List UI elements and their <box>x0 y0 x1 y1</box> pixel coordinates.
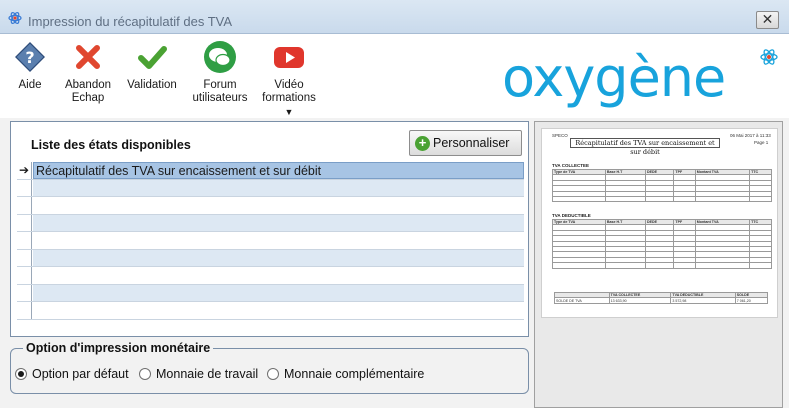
video-label-2: formations <box>262 92 316 104</box>
report-preview[interactable]: SPECO 06 Mai 2017 à 11:33 Page 1 Récapit… <box>534 121 783 408</box>
list-item[interactable] <box>17 214 524 232</box>
validate-label: Validation <box>127 79 177 91</box>
preview-summary-table: TVA COLLECTEE TVA DEDUCTIBLE SOLDE SOLDE D… <box>554 291 769 304</box>
forum-button[interactable]: Forum utilisateurs <box>190 40 250 105</box>
preview-table-collected: Type de TVA Base H.T DEDE TPF Montant TVA TTC <box>552 168 772 203</box>
radio-working-label: Monnaie de travail <box>156 367 259 381</box>
preview-page: SPECO 06 Mai 2017 à 11:33 Page 1 Récapit… <box>541 128 778 318</box>
arrow-right-icon: ➔ <box>17 162 32 179</box>
help-label: Aide <box>18 79 42 91</box>
preview-section-deductible: TVA DEDUCTIBLE <box>552 213 591 218</box>
list-item[interactable] <box>17 179 524 197</box>
preview-title: Récapitulatif des TVA sur encaissement e… <box>570 138 720 156</box>
oxygene-logo: oxygène <box>502 46 778 109</box>
forum-label-2: utilisateurs <box>192 92 248 104</box>
window-title: Impression du récapitulatif des TVA <box>28 14 233 29</box>
help-button[interactable]: ? Aide <box>12 40 48 92</box>
check-icon <box>138 46 167 69</box>
list-item[interactable] <box>17 284 524 302</box>
forum-icon <box>204 41 236 73</box>
forum-label-1: Forum <box>203 79 237 91</box>
customize-label: Personnaliser <box>433 136 510 150</box>
radio-default-label: Option par défaut <box>32 367 129 381</box>
cancel-label-2: Echap <box>71 92 105 104</box>
states-panel: Liste des états disponibles + Personnali… <box>10 121 529 337</box>
radio-dot[interactable] <box>15 368 27 380</box>
list-item[interactable] <box>17 249 524 267</box>
svg-text:?: ? <box>25 48 34 67</box>
customize-button[interactable]: + Personnaliser <box>409 130 522 156</box>
list-item[interactable] <box>17 267 524 285</box>
currency-option-title: Option d'impression monétaire <box>23 341 214 355</box>
list-item[interactable] <box>17 197 524 215</box>
title-bar: Impression du récapitulatif des TVA ✕ <box>0 0 789 34</box>
currency-option-group: Option d'impression monétaire Option par… <box>10 341 529 394</box>
radio-working-currency[interactable]: Monnaie de travail <box>139 367 258 381</box>
plus-icon: + <box>415 136 430 151</box>
preview-date: 06 Mai 2017 à 11:33 <box>730 133 771 138</box>
cancel-button[interactable]: Abandon Echap <box>62 40 114 105</box>
radio-dot[interactable] <box>267 368 279 380</box>
radio-dot[interactable] <box>139 368 151 380</box>
close-button[interactable]: ✕ <box>756 11 779 29</box>
list-item[interactable] <box>17 302 524 320</box>
validate-button[interactable]: Validation <box>126 40 178 92</box>
radio-complementary-currency[interactable]: Monnaie complémentaire <box>267 367 424 381</box>
atom-icon <box>760 49 778 65</box>
list-item[interactable] <box>17 232 524 250</box>
states-list[interactable]: ➔ Récapitulatif des TVA sur encaissement… <box>17 162 524 320</box>
help-icon: ? <box>15 42 45 72</box>
video-button[interactable]: Vidéo formations ▼ <box>260 40 318 119</box>
preview-table-deductible: Type de TVA Base H.T DEDE TPF Montant TVA TTC <box>552 218 772 269</box>
cancel-icon <box>76 45 100 69</box>
preview-company: SPECO <box>552 133 568 138</box>
app-icon <box>8 12 22 24</box>
video-label-1: Vidéo <box>274 79 304 91</box>
list-item[interactable]: ➔ Récapitulatif des TVA sur encaissement… <box>17 162 524 180</box>
radio-complementary-label: Monnaie complémentaire <box>284 367 425 381</box>
states-title: Liste des états disponibles <box>31 138 191 152</box>
preview-page-number: Page 1 <box>754 140 769 145</box>
list-item-label[interactable]: Récapitulatif des TVA sur encaissement e… <box>33 162 524 179</box>
preview-section-collected: TVA COLLECTEE <box>552 163 589 168</box>
video-icon <box>274 47 304 68</box>
cancel-label-1: Abandon <box>64 79 112 91</box>
logo-text: oxygène <box>502 46 726 109</box>
radio-default[interactable]: Option par défaut <box>15 367 129 381</box>
